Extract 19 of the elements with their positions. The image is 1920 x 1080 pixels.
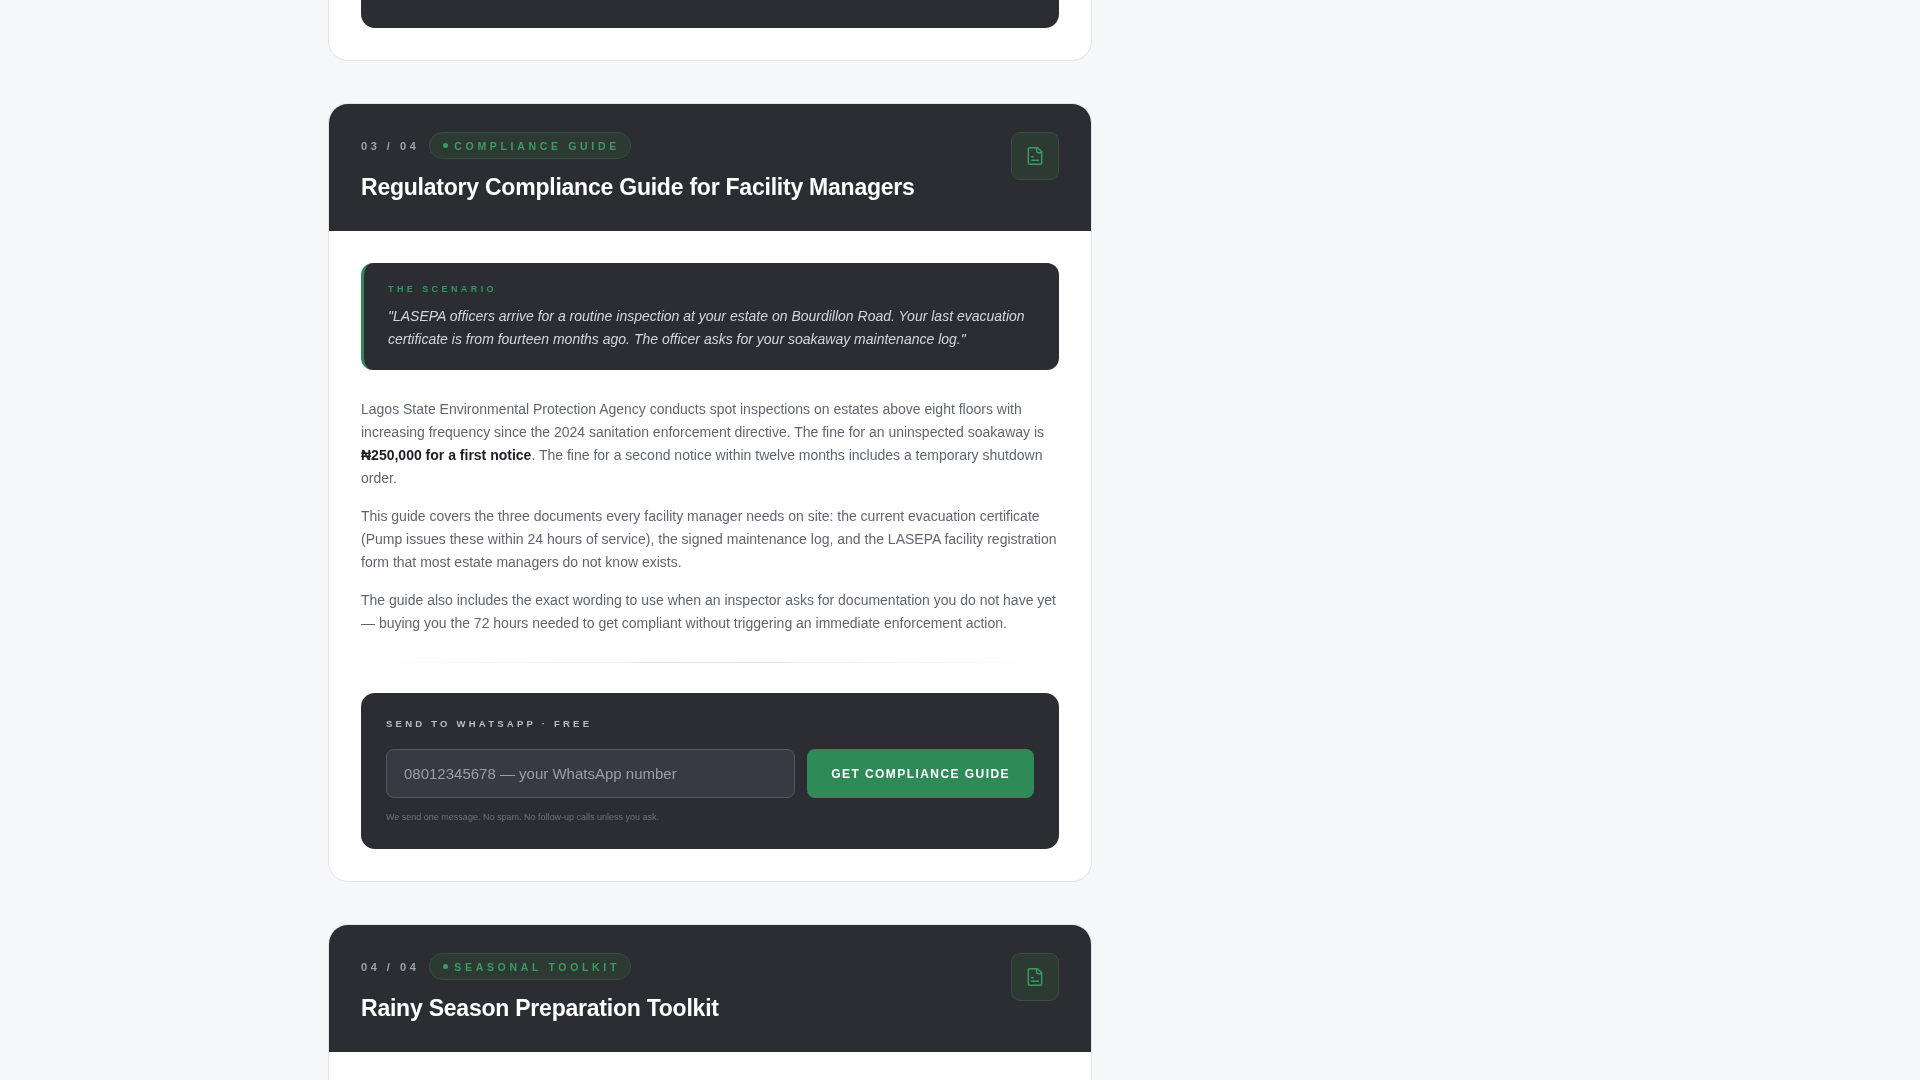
phone-input[interactable]: 08012345678 — your WhatsApp number	[386, 749, 796, 798]
body-paragraph: The guide also includes the exact wording to use when an inspector asks for documentation you do not have yet — buying you the 72 hours needed to get compliant without triggering an immediate enforcement action.	[361, 591, 1057, 633]
scenario-label: THE SCENARIO	[388, 283, 499, 295]
tag-label: SEASONAL TOOLKIT	[454, 960, 621, 973]
form-label: SEND TO WHATSAPP · FREE	[386, 718, 594, 730]
tag-label: COMPLIANCE GUIDE	[454, 139, 620, 152]
card-title: Regulatory Compliance Guide for Facility Managers	[361, 173, 915, 202]
privacy-note: We send one message. No spam. No follow-up calls unless you ask.	[386, 811, 660, 823]
scenario-quote: "LASEPA officers arrive for a routine inspection at your estate on Bourdillon Road. Your last evacuation certificate is from fourteen months ago. The officer asks for your soakaway maintenance log."	[388, 307, 1026, 349]
card-title: Rainy Season Preparation Toolkit	[361, 994, 719, 1023]
body-paragraph: This guide covers the three documents every facility manager needs on site: the current evacuation certificate (Pump issues these within 24 hours of service), the signed maintenance log, and the LASEPA facility registration form that most estate managers do not know exists.	[361, 507, 1058, 572]
submit-button[interactable]: GET COMPLIANCE GUIDE	[807, 749, 1034, 798]
step-counter: 04 / 04	[361, 960, 420, 973]
document-icon	[1011, 132, 1059, 180]
step-counter: 03 / 04	[361, 139, 420, 152]
document-icon	[1011, 953, 1059, 1001]
body-paragraph: Lagos State Environmental Protection Agency conducts spot inspections on estates above eight floors with increasing frequency since the 2024 sanitation enforcement directive. The fine for an uninspected soakaway is ₦250,000 for a first notice. The fine for a second notice within twelve months includes a temporary shutdown order.	[361, 400, 1046, 488]
dot-icon	[443, 964, 449, 969]
dot-icon	[443, 143, 449, 148]
